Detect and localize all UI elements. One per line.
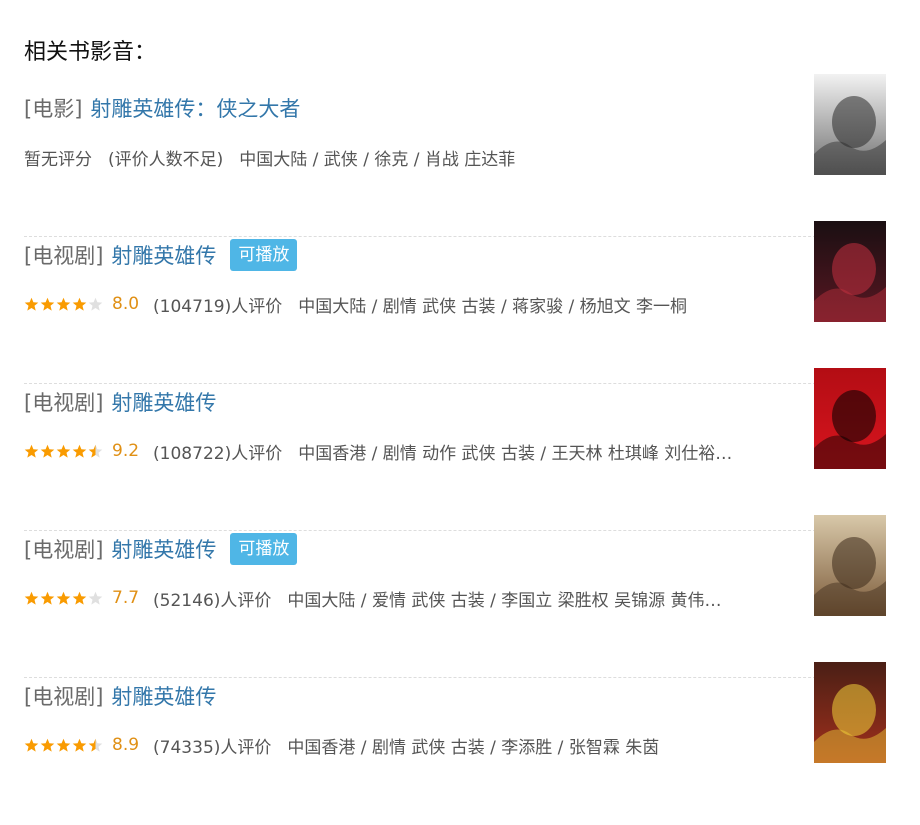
media-title-link[interactable]: 射雕英雄传 (111, 387, 216, 417)
media-kind-label: [电视剧] (24, 538, 104, 562)
media-title-link[interactable]: 射雕英雄传：侠之大者 (90, 93, 300, 123)
list-item: [电视剧] 射雕英雄传 可播放 7.7 (52146)人评价 中国大陆 / 爱情… (24, 515, 886, 678)
media-meta: 中国香港 / 剧情 动作 武侠 古装 / 王天林 杜琪峰 刘仕裕… (298, 443, 733, 464)
poster-image (814, 515, 886, 616)
title-line: [电视剧] 射雕英雄传 (24, 678, 216, 714)
info-line: 9.2 (108722)人评价 中国香港 / 剧情 动作 武侠 古装 / 王天林… (24, 436, 794, 466)
poster-image (814, 74, 886, 175)
rating-votes: (108722)人评价 (153, 443, 283, 464)
rating-stars (24, 297, 104, 312)
star-full-icon (56, 738, 71, 752)
poster-image (814, 368, 886, 469)
star-full-icon (72, 444, 87, 458)
list-item: [电视剧] 射雕英雄传 8.9 (74335)人评价 中国香港 / 剧情 武侠 … (24, 662, 886, 825)
star-empty-icon (88, 297, 103, 311)
info-line: 暂无评分 (评价人数不足) 中国大陆 / 武侠 / 徐克 / 肖战 庄达菲 (24, 142, 794, 172)
star-full-icon (56, 444, 71, 458)
title-line: [电视剧] 射雕英雄传 可播放 (24, 237, 298, 273)
poster-image (814, 662, 886, 763)
list-item: [电视剧] 射雕英雄传 可播放 8.0 (104719)人评价 中国大陆 / 剧… (24, 221, 886, 384)
media-meta: 中国香港 / 剧情 武侠 古装 / 李添胜 / 张智霖 朱茵 (287, 737, 660, 758)
star-full-icon (72, 591, 87, 605)
star-full-icon (24, 297, 39, 311)
title-line: [电影] 射雕英雄传：侠之大者 (24, 90, 300, 126)
star-full-icon (56, 297, 71, 311)
star-full-icon (24, 444, 39, 458)
no-rating-note: (评价人数不足) (108, 149, 224, 170)
rating-votes: (104719)人评价 (153, 296, 283, 317)
media-title-link[interactable]: 射雕英雄传 (111, 534, 216, 564)
media-title-link[interactable]: 射雕英雄传 (111, 681, 216, 711)
star-full-icon (40, 444, 55, 458)
media-title-link[interactable]: 射雕英雄传 (111, 240, 216, 270)
star-half-icon (88, 738, 103, 752)
title-line: [电视剧] 射雕英雄传 (24, 384, 216, 420)
star-half-icon (88, 444, 103, 458)
section-title: 相关书影音： (24, 40, 157, 65)
star-full-icon (72, 738, 87, 752)
poster-thumbnail[interactable] (814, 74, 886, 175)
poster-thumbnail[interactable] (814, 515, 886, 616)
rating-score: 9.2 (112, 441, 140, 461)
rating-score: 8.0 (112, 294, 140, 314)
rating-stars (24, 591, 104, 606)
info-line: 8.9 (74335)人评价 中国香港 / 剧情 武侠 古装 / 李添胜 / 张… (24, 730, 794, 760)
media-kind-label: [电影] (24, 97, 83, 121)
media-meta: 中国大陆 / 武侠 / 徐克 / 肖战 庄达菲 (239, 149, 516, 170)
poster-thumbnail[interactable] (814, 662, 886, 763)
star-full-icon (40, 591, 55, 605)
media-meta: 中国大陆 / 剧情 武侠 古装 / 蒋家骏 / 杨旭文 李一桐 (298, 296, 688, 317)
star-full-icon (56, 591, 71, 605)
star-full-icon (72, 297, 87, 311)
list-item: [电视剧] 射雕英雄传 9.2 (108722)人评价 中国香港 / 剧情 动作… (24, 368, 886, 531)
list-item: [电影] 射雕英雄传：侠之大者 暂无评分 (评价人数不足) 中国大陆 / 武侠 … (24, 74, 886, 237)
rating-stars (24, 738, 104, 753)
poster-image (814, 221, 886, 322)
info-line: 7.7 (52146)人评价 中国大陆 / 爱情 武侠 古装 / 李国立 梁胜权… (24, 583, 794, 613)
title-line: [电视剧] 射雕英雄传 可播放 (24, 531, 298, 567)
media-meta: 中国大陆 / 爱情 武侠 古装 / 李国立 梁胜权 吴锦源 黄伟… (287, 590, 722, 611)
poster-thumbnail[interactable] (814, 221, 886, 322)
rating-votes: (52146)人评价 (153, 590, 272, 611)
media-kind-label: [电视剧] (24, 391, 104, 415)
star-full-icon (40, 738, 55, 752)
playable-badge[interactable]: 可播放 (230, 239, 298, 271)
star-full-icon (40, 297, 55, 311)
star-full-icon (24, 591, 39, 605)
info-line: 8.0 (104719)人评价 中国大陆 / 剧情 武侠 古装 / 蒋家骏 / … (24, 289, 794, 319)
rating-score: 7.7 (112, 588, 140, 608)
rating-score: 8.9 (112, 735, 140, 755)
media-kind-label: [电视剧] (24, 244, 104, 268)
star-empty-icon (88, 591, 103, 605)
playable-badge[interactable]: 可播放 (230, 533, 298, 565)
poster-thumbnail[interactable] (814, 368, 886, 469)
rating-votes: (74335)人评价 (153, 737, 272, 758)
rating-stars (24, 444, 104, 459)
no-rating-text: 暂无评分 (24, 149, 92, 170)
star-full-icon (24, 738, 39, 752)
media-kind-label: [电视剧] (24, 685, 104, 709)
